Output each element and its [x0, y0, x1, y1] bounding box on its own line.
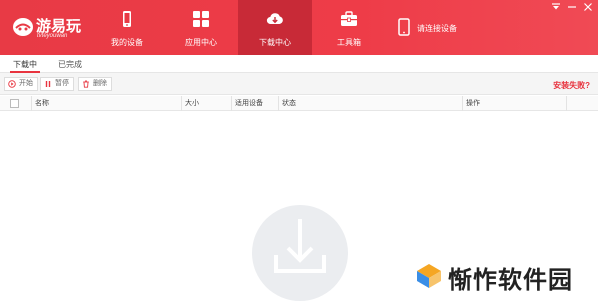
- column-header-status: 状态: [278, 96, 462, 111]
- connect-label: 请连接设备: [417, 24, 457, 33]
- tab-downloading[interactable]: 下载中: [13, 59, 37, 70]
- pause-button[interactable]: 暂停: [40, 77, 74, 91]
- nav-label: 应用中心: [185, 38, 217, 47]
- watermark-logo-icon: [417, 264, 441, 288]
- logo-icon: [13, 18, 33, 36]
- close-icon[interactable]: [583, 2, 593, 12]
- delete-label: 删除: [93, 80, 107, 87]
- nav-download-center[interactable]: 下载中心: [238, 0, 312, 55]
- empty-state-illustration: [252, 205, 348, 301]
- nav-label: 下载中心: [259, 38, 291, 47]
- phone-icon: [398, 18, 410, 36]
- pause-icon: [45, 81, 51, 87]
- toolbox-icon: [341, 11, 357, 26]
- logo-subtitle: tvteyouwan: [37, 33, 68, 39]
- nav-label: 工具箱: [337, 38, 361, 47]
- nav-toolbox[interactable]: 工具箱: [312, 0, 386, 55]
- start-label: 开始: [19, 80, 33, 87]
- column-header-name: 名称: [31, 96, 181, 111]
- watermark: 惭怍软件园: [398, 252, 598, 302]
- delete-button[interactable]: 删除: [78, 77, 112, 91]
- column-header-device: 适用设备: [231, 96, 278, 111]
- trash-icon: [83, 80, 89, 88]
- cloud-download-icon: [266, 13, 283, 25]
- download-tray-icon: [274, 219, 326, 273]
- menu-icon[interactable]: [551, 2, 561, 12]
- watermark-text: 惭怍软件园: [448, 266, 573, 294]
- phone-icon: [123, 11, 131, 27]
- pause-label: 暂停: [55, 80, 69, 87]
- install-failed-link[interactable]: 安装失败?: [553, 80, 590, 91]
- download-tabs: 下载中 已完成: [0, 55, 598, 73]
- title-bar: 游易玩 tvteyouwan 我的设备 应用中心 下载中心 工具箱 请连接设备: [0, 0, 598, 55]
- grid-icon: [193, 11, 209, 27]
- select-all-checkbox[interactable]: [10, 99, 19, 108]
- nav-app-center[interactable]: 应用中心: [164, 0, 238, 55]
- app-logo: 游易玩 tvteyouwan: [12, 13, 92, 43]
- toolbar: 开始 暂停 删除 安装失败?: [0, 73, 598, 95]
- nav-label: 我的设备: [111, 38, 143, 47]
- nav-my-devices[interactable]: 我的设备: [90, 0, 164, 55]
- column-header-spacer: [566, 96, 598, 111]
- column-header-action: 操作: [462, 96, 566, 111]
- start-button[interactable]: 开始: [4, 77, 38, 91]
- column-header-size: 大小: [181, 96, 231, 111]
- table-header: 名称 大小 适用设备 状态 操作: [0, 96, 598, 111]
- minimize-icon[interactable]: [567, 2, 577, 12]
- tab-completed[interactable]: 已完成: [58, 59, 82, 70]
- play-icon: [8, 80, 16, 88]
